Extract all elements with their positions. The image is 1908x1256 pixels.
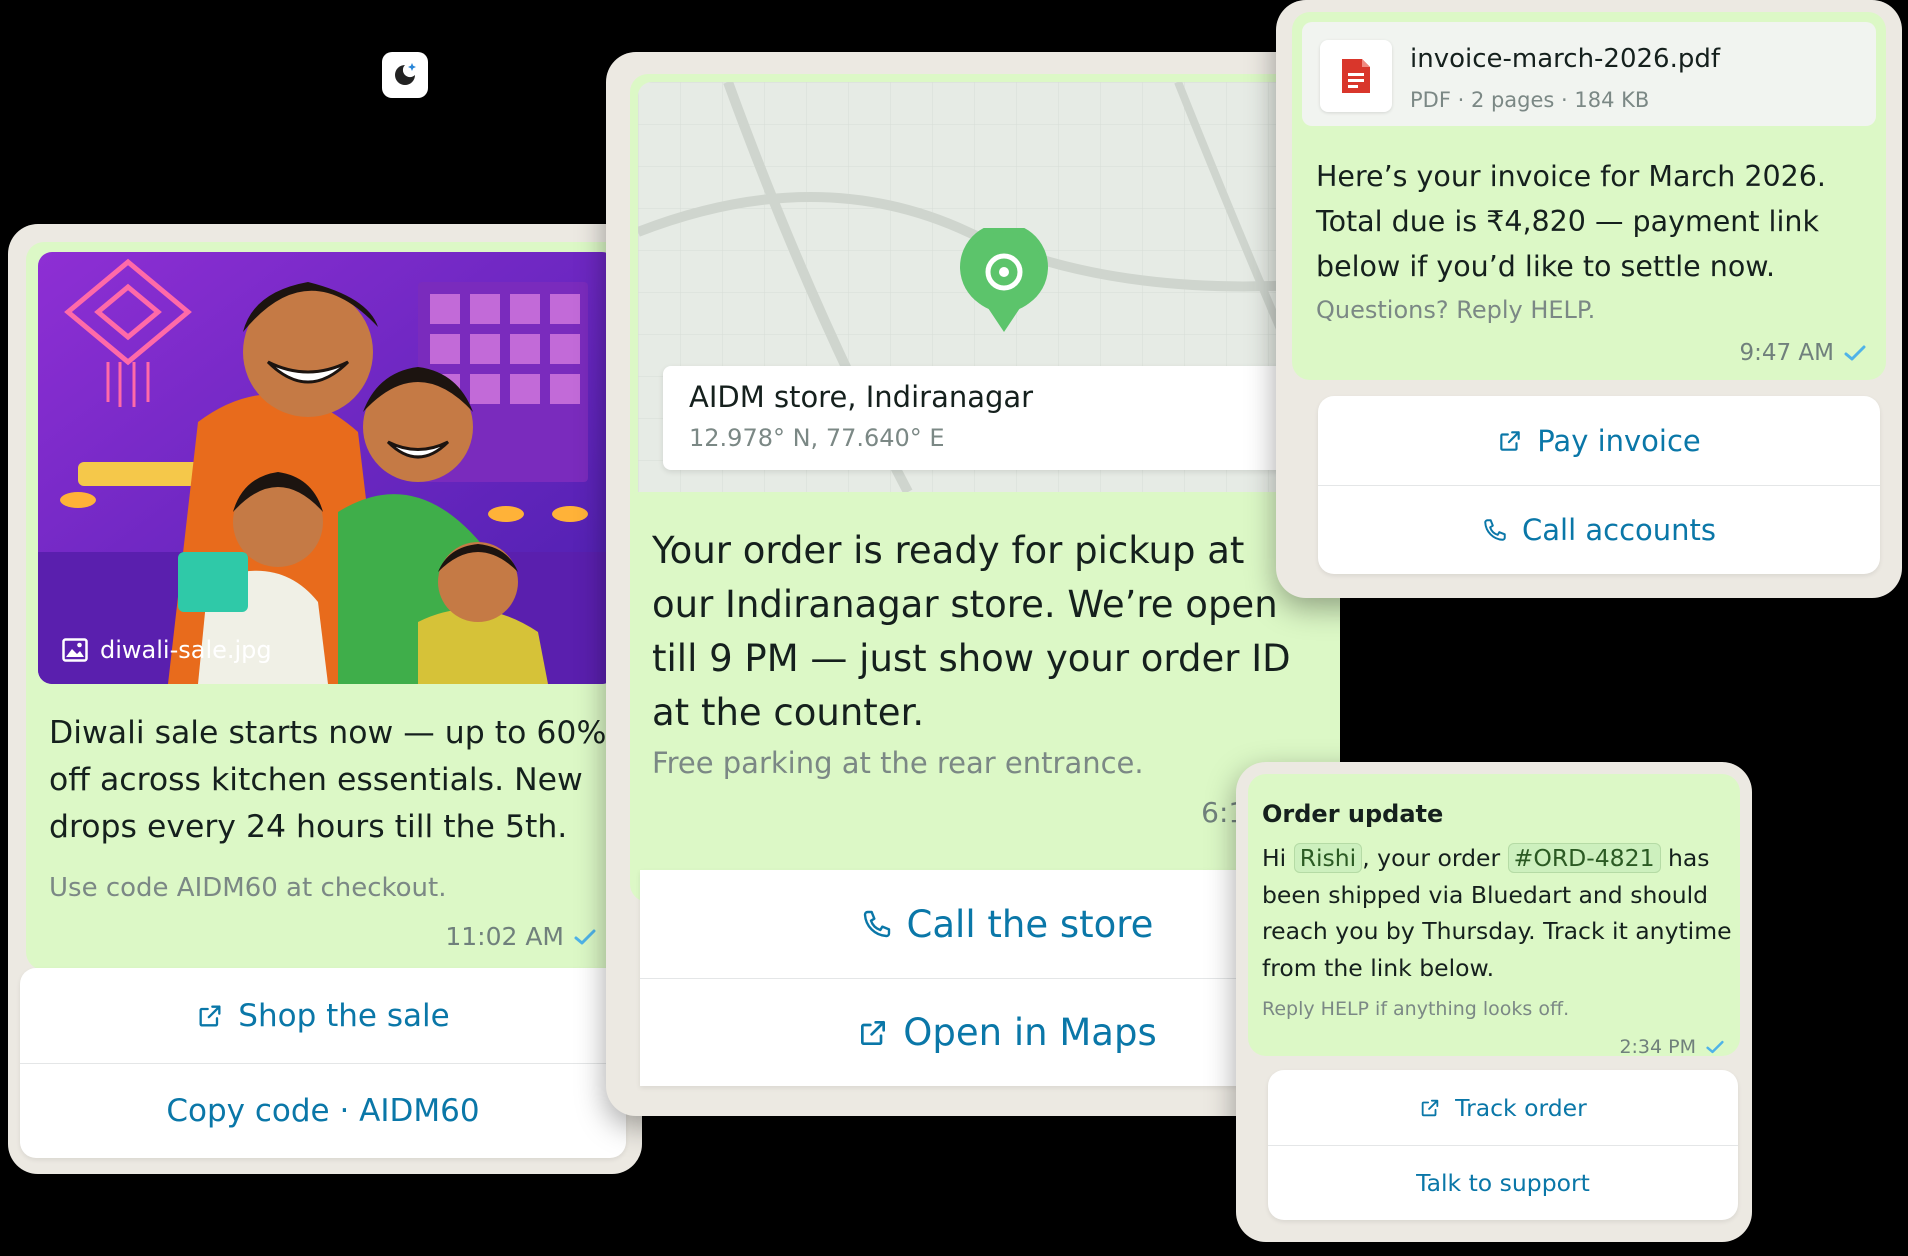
order-time: 2:34 PM (1619, 1036, 1696, 1058)
document-attachment[interactable]: invoice-march-2026.pdf PDF · 2 pages · 1… (1302, 22, 1876, 126)
promo-timestamp: 11:02 AM (445, 922, 596, 951)
copy-code-button[interactable]: Copy code · AIDM60 (20, 1063, 626, 1158)
promo-time: 11:02 AM (445, 922, 564, 951)
order-footer-text: Reply HELP if anything looks off. (1262, 998, 1570, 1020)
invoice-time: 9:47 AM (1739, 340, 1834, 366)
shop-the-sale-button[interactable]: Shop the sale (20, 968, 626, 1063)
open-in-maps-label: Open in Maps (903, 1011, 1157, 1054)
customer-name-tag: Rishi (1293, 843, 1363, 873)
external-link-icon (199, 1005, 221, 1026)
pay-invoice-label: Pay invoice (1537, 423, 1701, 458)
order-text-mid: , your order (1362, 844, 1501, 872)
invoice-message-text: Here’s your invoice for March 2026. Tota… (1316, 160, 1826, 283)
image-icon (62, 638, 88, 662)
phone-icon (1484, 519, 1506, 541)
location-message-text: Your order is ready for pickup at our In… (652, 529, 1291, 734)
diwali-image[interactable]: diwali-sale.jpg (38, 252, 616, 684)
order-buttons: Track order Talk to support (1268, 1070, 1738, 1220)
diwali-illustration (38, 252, 616, 684)
location-buttons: Call the store Open in Maps (640, 870, 1340, 1086)
call-accounts-button[interactable]: Call accounts (1318, 485, 1880, 574)
assistant-sparkle-icon[interactable] (382, 52, 428, 98)
read-check-icon (574, 929, 596, 944)
read-check-icon (1844, 345, 1866, 361)
order-timestamp: 2:34 PM (1619, 1036, 1724, 1058)
invoice-footer-text: Questions? Reply HELP. (1316, 296, 1596, 324)
promo-buttons: Shop the sale Copy code · AIDM60 (20, 968, 626, 1158)
promo-footer-text: Use code AIDM60 at checkout. (49, 873, 447, 903)
order-update-card: Order update Hi Rishi, your order #ORD-4… (1236, 762, 1752, 1242)
external-link-icon (1421, 1099, 1439, 1116)
order-header: Order update (1262, 800, 1444, 828)
copy-code-label: Copy code · AIDM60 (166, 1093, 480, 1129)
promo-message-card: diwali-sale.jpg Diwali sale starts now —… (8, 224, 642, 1174)
external-link-icon (861, 1020, 886, 1045)
order-bubble: Order update Hi Rishi, your order #ORD-4… (1248, 774, 1740, 1058)
document-filename: invoice-march-2026.pdf (1410, 44, 1721, 74)
location-message-card: AIDM store, Indiranagar 12.978° N, 77.64… (606, 52, 1340, 1116)
document-meta: PDF · 2 pages · 184 KB (1410, 88, 1650, 112)
order-greeting: Hi (1262, 844, 1287, 872)
call-accounts-label: Call accounts (1522, 513, 1716, 547)
order-message-text: Hi Rishi, your order #ORD-4821 has been … (1262, 840, 1732, 986)
invoice-buttons: Pay invoice Call accounts (1318, 396, 1880, 574)
location-name: AIDM store, Indiranagar (689, 380, 1034, 414)
talk-to-support-button[interactable]: Talk to support (1268, 1145, 1738, 1220)
image-filename-label: diwali-sale.jpg (62, 636, 272, 664)
location-coordinates: 12.978° N, 77.640° E (689, 424, 945, 452)
talk-to-support-label: Talk to support (1416, 1169, 1590, 1197)
pdf-file-icon (1320, 40, 1392, 112)
invoice-message-card: invoice-march-2026.pdf PDF · 2 pages · 1… (1276, 0, 1902, 598)
location-bubble: AIDM store, Indiranagar 12.978° N, 77.64… (630, 74, 1340, 902)
promo-message-text: Diwali sale starts now — up to 60% off a… (49, 715, 607, 845)
location-footer-text: Free parking at the rear entrance. (652, 746, 1144, 780)
location-info-box[interactable]: AIDM store, Indiranagar 12.978° N, 77.64… (663, 366, 1297, 470)
phone-icon (863, 910, 890, 938)
track-order-button[interactable]: Track order (1268, 1070, 1738, 1145)
promo-bubble: diwali-sale.jpg Diwali sale starts now —… (26, 242, 626, 970)
order-id-tag: #ORD-4821 (1507, 843, 1661, 873)
read-check-icon (1706, 1040, 1724, 1054)
image-filename: diwali-sale.jpg (100, 636, 272, 664)
call-the-store-label: Call the store (906, 902, 1154, 946)
invoice-bubble: invoice-march-2026.pdf PDF · 2 pages · 1… (1292, 12, 1886, 380)
shop-the-sale-label: Shop the sale (238, 997, 450, 1034)
map-pin-icon (960, 228, 1048, 332)
pay-invoice-button[interactable]: Pay invoice (1318, 396, 1880, 485)
external-link-icon (1500, 430, 1520, 451)
open-in-maps-button[interactable]: Open in Maps (640, 978, 1340, 1086)
call-the-store-button[interactable]: Call the store (640, 870, 1340, 978)
track-order-label: Track order (1455, 1093, 1587, 1122)
invoice-timestamp: 9:47 AM (1739, 340, 1866, 366)
